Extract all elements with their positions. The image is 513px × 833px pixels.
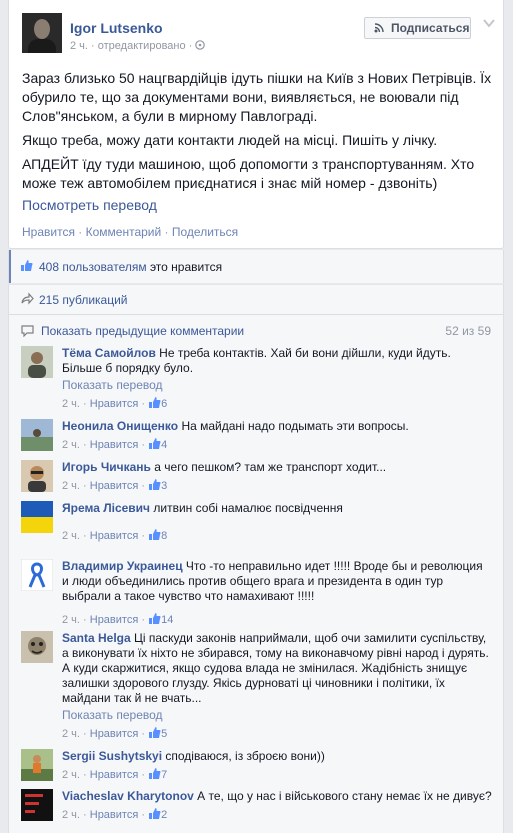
- comment-like-link[interactable]: Нравится: [90, 480, 139, 492]
- likes-summary: 408 пользователям это нравится: [8, 250, 504, 283]
- post-actions: Нравится · Комментарий · Поделиться: [22, 225, 239, 239]
- commenter-name[interactable]: Владимир Украинец: [62, 559, 183, 573]
- comment-like-link[interactable]: Нравится: [90, 530, 139, 542]
- commenter-avatar[interactable]: [21, 419, 53, 451]
- comment-count: 52 из 59: [445, 324, 491, 338]
- post-time[interactable]: 2 ч.: [70, 40, 88, 52]
- post-paragraph: Якщо треба, можу дати контакти людей на …: [22, 132, 438, 148]
- comment-text: На майдані надо подымать эти вопросы.: [178, 419, 409, 433]
- commenter-avatar[interactable]: [21, 346, 53, 378]
- commenter-name[interactable]: Игорь Чичкань: [62, 460, 151, 474]
- thumbs-up-icon: [149, 727, 161, 738]
- comment-like-link[interactable]: Нравится: [90, 614, 139, 626]
- post-card: Igor Lutsenko 2 ч. · отредактировано · П…: [8, 0, 504, 249]
- likes-count-link[interactable]: 408 пользователям: [39, 260, 147, 274]
- comment-time[interactable]: 2 ч.: [62, 769, 80, 781]
- comment-link[interactable]: Комментарий: [86, 225, 162, 239]
- show-translation-link[interactable]: Показать перевод: [62, 378, 492, 393]
- avatar-head: [34, 19, 50, 39]
- comment-like-count[interactable]: 2: [161, 809, 167, 821]
- shares-count-link[interactable]: 215 публикаций: [39, 293, 128, 307]
- comment-time[interactable]: 2 ч.: [62, 530, 80, 542]
- commenter-name[interactable]: Ярема Лісевич: [62, 501, 150, 515]
- post-text: Зараз близько 50 нацгвардійців ідуть піш…: [22, 69, 494, 198]
- comment-like-count[interactable]: 7: [161, 769, 167, 781]
- show-previous-comments-link[interactable]: Показать предыдущие комментарии: [41, 324, 244, 338]
- commenter-avatar[interactable]: [21, 631, 53, 663]
- comment-time[interactable]: 2 ч.: [62, 614, 80, 626]
- edited-label[interactable]: отредактировано: [98, 40, 186, 52]
- see-translation-link[interactable]: Посмотреть перевод: [22, 197, 157, 213]
- commenter-avatar-text-logo[interactable]: [21, 789, 53, 821]
- comment-time[interactable]: 2 ч.: [62, 398, 80, 410]
- avatar-body: [28, 39, 56, 53]
- rss-icon: [374, 23, 384, 33]
- thumbs-up-icon: [149, 438, 161, 449]
- commenter-name[interactable]: Тёма Самойлов: [62, 346, 156, 360]
- thumbs-up-icon: [149, 613, 161, 624]
- comment-like-count[interactable]: 14: [161, 614, 173, 626]
- comment-like-count[interactable]: 5: [161, 728, 167, 740]
- shares-summary: 215 публикаций: [8, 284, 504, 315]
- comment-bubble-icon: [21, 325, 34, 337]
- comment-time[interactable]: 2 ч.: [62, 809, 80, 821]
- post-paragraph: Зараз близько 50 нацгвардійців ідуть піш…: [22, 70, 492, 124]
- accent-bar: [9, 250, 11, 283]
- commenter-avatar[interactable]: [21, 460, 53, 492]
- comment-text: сподіваюся, із зброєю вони)): [162, 749, 325, 763]
- comment-text: литвин собі намалює посвідчення: [150, 501, 343, 515]
- previous-comments-row: Показать предыдущие комментарии 52 из 59: [21, 324, 491, 340]
- comment-like-link[interactable]: Нравится: [90, 809, 139, 821]
- comments-section: Показать предыдущие комментарии 52 из 59…: [8, 315, 504, 833]
- thumbs-up-icon: [21, 260, 33, 271]
- share-icon: [21, 292, 34, 305]
- thumbs-up-icon: [149, 808, 161, 819]
- comment-like-count[interactable]: 4: [161, 439, 167, 451]
- comment-like-link[interactable]: Нравится: [90, 769, 139, 781]
- post-paragraph: АПДЕЙТ їду туди машиною, щоб допомогти з…: [22, 156, 475, 191]
- comment-text: а чего пешком? там же транспорт ходит...: [150, 460, 387, 474]
- commenter-name[interactable]: Sergii Sushytskyi: [62, 749, 162, 763]
- subscribe-button[interactable]: Подписаться: [364, 17, 471, 39]
- commenter-avatar[interactable]: [21, 749, 53, 781]
- comment-time[interactable]: 2 ч.: [62, 480, 80, 492]
- like-link[interactable]: Нравится: [22, 225, 75, 239]
- globe-icon: [195, 40, 206, 50]
- commenter-name[interactable]: Santa Helga: [62, 631, 131, 645]
- subscribe-label: Подписаться: [391, 21, 470, 35]
- thumbs-up-icon: [149, 397, 161, 408]
- commenter-avatar-ribbon[interactable]: [21, 559, 53, 591]
- comment-time[interactable]: 2 ч.: [62, 728, 80, 740]
- comment-text: А те, що у нас і військового стану немає…: [193, 789, 492, 803]
- comment-like-link[interactable]: Нравится: [90, 439, 139, 451]
- show-translation-link[interactable]: Показать перевод: [62, 708, 492, 723]
- comment-like-count[interactable]: 3: [161, 480, 167, 492]
- author-avatar[interactable]: [22, 13, 62, 53]
- commenter-name[interactable]: Неонила Онищенко: [62, 419, 178, 433]
- author-name[interactable]: Igor Lutsenko: [70, 20, 163, 36]
- commenter-name[interactable]: Viacheslav Kharytonov: [62, 789, 194, 803]
- thumbs-up-icon: [149, 479, 161, 490]
- thumbs-up-icon: [149, 768, 161, 779]
- post-meta: 2 ч. · отредактировано ·: [70, 40, 206, 52]
- comment-like-link[interactable]: Нравится: [90, 728, 139, 740]
- chevron-down-icon[interactable]: [483, 18, 495, 28]
- comment-like-count[interactable]: 8: [161, 530, 167, 542]
- comment-like-link[interactable]: Нравится: [90, 398, 139, 410]
- thumbs-up-icon: [149, 529, 161, 540]
- commenter-avatar-flag[interactable]: [21, 501, 53, 533]
- comment-like-count[interactable]: 6: [161, 398, 167, 410]
- comment-time[interactable]: 2 ч.: [62, 439, 80, 451]
- share-link[interactable]: Поделиться: [172, 225, 238, 239]
